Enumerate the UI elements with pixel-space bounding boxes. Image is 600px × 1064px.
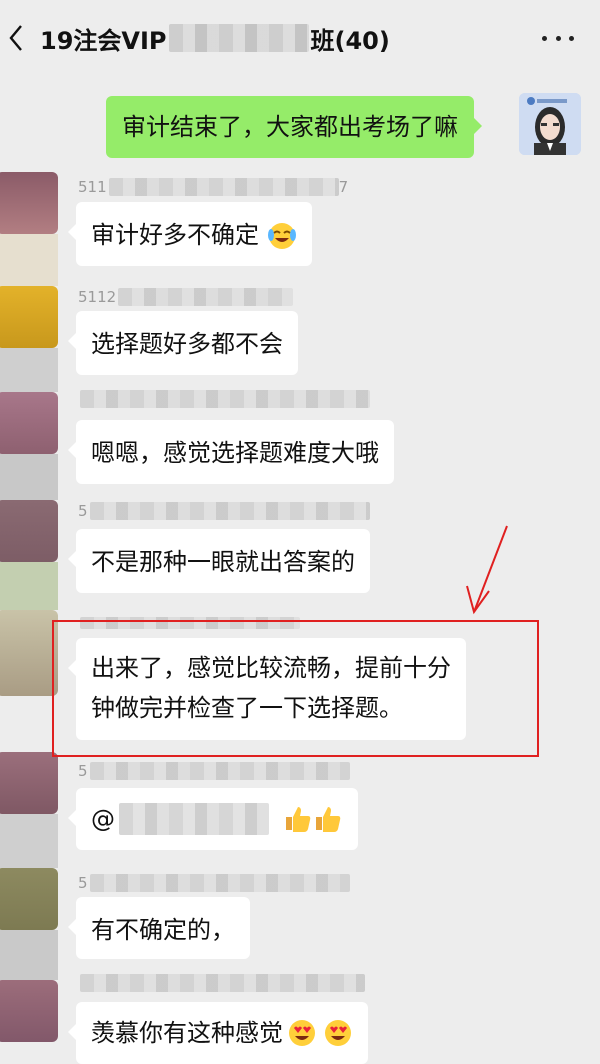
message-bubble[interactable]: 羡慕你有这种感觉 [68,1002,368,1064]
avatar[interactable] [0,930,58,980]
message-text: 选择题好多都不会 [91,330,283,358]
avatar[interactable] [0,454,58,500]
message-bubble[interactable]: 不是那种一眼就出答案的 [68,529,370,593]
redacted-region [89,874,350,892]
message-text: 审计好多不确定 [91,221,259,249]
message-bubble[interactable]: @ [68,788,358,850]
chat-title-prefix: 19注会VIP [40,26,167,55]
message-text: @ [91,805,115,833]
message-text: 有不确定的， [91,916,235,944]
heart-eyes-emoji [289,1020,315,1046]
message-bubble[interactable]: 选择题好多都不会 [68,311,298,375]
avatar[interactable] [0,980,58,1042]
avatar[interactable] [519,93,581,155]
avatar[interactable] [0,286,58,348]
message-text: 不是那种一眼就出答案的 [91,548,355,576]
thumbs-up-emoji [286,807,311,832]
redacted-region [80,974,365,992]
chevron-left-icon[interactable] [2,22,30,54]
redacted-region [118,288,294,306]
sender-name: 5112 [78,286,294,308]
message-bubble[interactable]: 审计好多不确定 [68,202,312,266]
avatar[interactable] [0,868,58,930]
redacted-region [89,502,370,520]
sender-name [78,388,370,410]
heart-eyes-emoji [325,1020,351,1046]
sender-name: 5 [78,500,370,522]
avatar[interactable] [0,348,58,392]
message-bubble-self[interactable]: 审计结束了，大家都出考场了嘛 [106,96,482,158]
message-text: 嗯嗯，感觉选择题难度大哦 [91,439,379,467]
annotation-highlight-box [52,620,539,757]
sender-name: 5 [78,760,350,782]
sender-name: 5 [78,872,350,894]
chat-title-suffix: 班(40) [310,26,390,55]
avatar[interactable] [0,562,58,610]
message-text: 羡慕你有这种感觉 [91,1019,283,1047]
avatar[interactable] [0,500,58,562]
chat-title: 19注会VIP 班(40) [40,20,390,56]
redacted-region [168,24,309,52]
sender-name: 511 7 [78,178,349,196]
message-bubble[interactable]: 有不确定的， [68,897,250,959]
thumbs-up-emoji [316,807,341,832]
redacted-region [108,178,339,196]
message-text: 审计结束了，大家都出考场了嘛 [122,113,458,141]
more-horizontal-icon[interactable] [542,28,574,48]
avatar[interactable] [0,234,58,286]
avatar[interactable] [0,814,58,868]
redacted-region [89,762,350,780]
avatar[interactable] [0,610,58,696]
laughing-crying-emoji [267,223,296,249]
avatar[interactable] [0,172,58,234]
message-bubble[interactable]: 嗯嗯，感觉选择题难度大哦 [68,420,394,484]
redacted-region [119,803,269,835]
sender-name [78,972,365,994]
redacted-region [80,390,370,408]
avatar[interactable] [0,392,58,454]
avatar[interactable] [0,752,58,814]
chat-header: 19注会VIP 班(40) [0,0,600,78]
